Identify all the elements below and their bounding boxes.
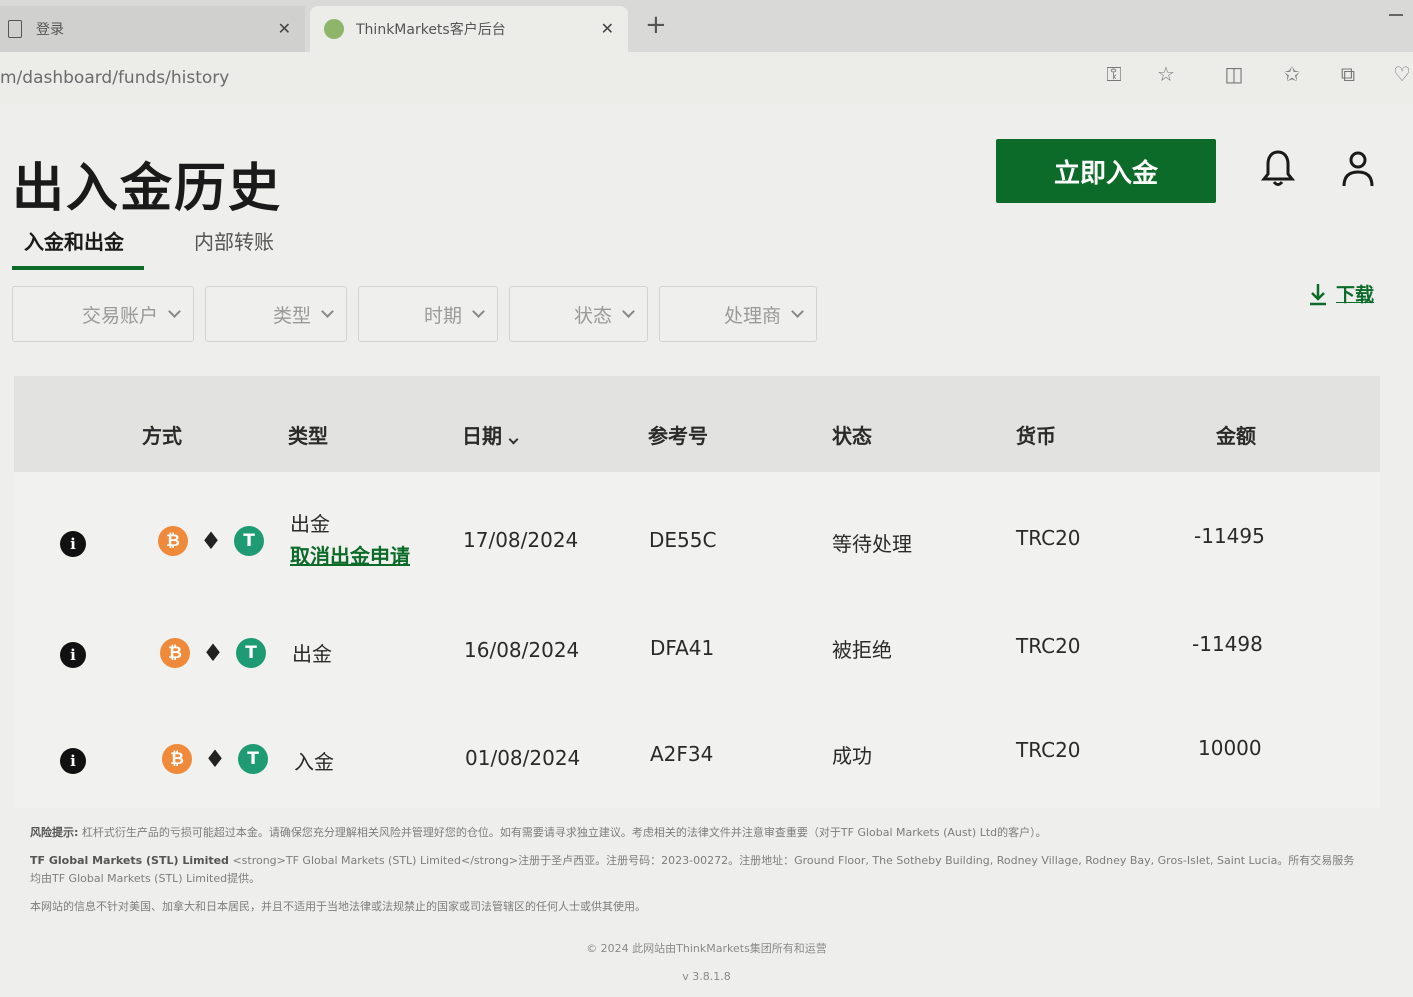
table-header: 方式 类型 日期 参考号 状态 货币 金额 [14,376,1380,472]
col-type: 类型 [288,424,328,448]
chevron-down-icon [472,305,485,318]
risk-text: 杠杆式衍生产品的亏损可能超过本金。请确保您充分理解相关风险并管理好您的仓位。如有… [81,826,1047,839]
table-row: i ₿ ♦ T 出金 16/08/2024 DFA41 被拒绝 TRC20 -1… [14,598,1380,708]
entity-info: TF Global Markets (STL) Limited <strong>… [30,852,1360,888]
chevron-down-icon [168,305,181,318]
bitcoin-icon: ₿ [162,744,192,774]
row-date: 16/08/2024 [464,638,580,662]
minimize-icon[interactable] [1389,14,1403,16]
star-icon[interactable]: ☆ [1154,62,1178,86]
close-icon[interactable]: ✕ [278,19,291,38]
filter-status[interactable]: 状态 [509,286,648,342]
table-row: i ₿ ♦ T 入金 01/08/2024 A2F34 成功 TRC20 100… [14,706,1380,816]
col-currency: 货币 [1016,424,1056,448]
tether-icon: T [236,638,266,668]
entity-text: <strong>TF Global Markets (STL) Limited<… [30,854,1355,885]
tab-title: ThinkMarkets客户后台 [356,22,506,38]
table-row: i ₿ ♦ T 出金 取消出金申请 17/08/2024 DE55C 等待处理 … [14,486,1380,596]
url-text[interactable]: m/dashboard/funds/history [0,68,229,88]
browser-tab-bar: 登录 ✕ ThinkMarkets客户后台 ✕ + [0,0,1413,52]
copyright: © 2024 此网站由ThinkMarkets集团所有和运营 [586,942,827,955]
info-icon[interactable]: i [60,531,86,557]
filter-period[interactable]: 时期 [358,286,498,342]
restriction-info: 本网站的信息不针对美国、加拿大和日本居民，并且不适用于当地法律或法规禁止的国家或… [30,900,646,913]
collections-icon[interactable]: ⧉ [1336,62,1360,86]
filter-type[interactable]: 类型 [205,286,347,342]
ethereum-icon: ♦ [202,639,224,667]
info-icon[interactable]: i [60,748,86,774]
row-currency: TRC20 [1016,526,1081,550]
row-status: 成功 [832,744,872,768]
row-status: 等待处理 [832,532,912,556]
browser-tab-login[interactable]: 登录 ✕ [0,6,305,52]
risk-warning: 风险提示: 杠杆式衍生产品的亏损可能超过本金。请确保您充分理解相关风险并管理好您… [30,824,1360,842]
row-reference: DFA41 [650,636,715,660]
heart-icon[interactable]: ♡ [1390,62,1413,86]
address-bar[interactable]: m/dashboard/funds/history [0,52,1413,104]
col-method: 方式 [142,424,182,448]
download-label: 下载 [1336,284,1375,306]
row-date: 17/08/2024 [463,528,579,552]
browser-tab-thinkmarkets[interactable]: ThinkMarkets客户后台 ✕ [310,6,628,52]
row-currency: TRC20 [1016,738,1081,762]
row-reference: A2F34 [650,742,714,766]
col-status: 状态 [832,424,872,448]
row-type: 入金 [294,750,334,774]
col-amount: 金额 [1216,424,1256,448]
bitcoin-icon: ₿ [158,526,188,556]
filter-label: 类型 [272,304,311,327]
col-reference: 参考号 [648,424,708,448]
row-type: 出金 [292,642,332,666]
split-icon[interactable]: ◫ [1222,62,1246,86]
filter-trading-account[interactable]: 交易账户 [12,286,194,342]
active-tab-underline [12,266,144,270]
row-reference: DE55C [649,528,717,552]
row-amount: -11495 [1194,524,1265,548]
row-status: 被拒绝 [832,638,892,662]
transactions-table: 方式 类型 日期 参考号 状态 货币 金额 i ₿ ♦ T 出金 取消出金申请 … [14,376,1380,808]
document-icon [8,20,22,38]
tether-icon: T [234,526,264,556]
plus-icon[interactable]: + [645,10,667,40]
download-link[interactable]: 下载 [1308,280,1374,307]
close-icon[interactable]: ✕ [601,19,614,38]
favorites-icon[interactable]: ✩ [1280,62,1304,86]
filter-label: 状态 [573,304,612,327]
row-type: 出金 [290,512,330,536]
tab-favicon [324,19,344,39]
row-date: 01/08/2024 [465,746,581,770]
chevron-down-icon [622,305,635,318]
key-icon[interactable]: ⚿ [1102,62,1126,86]
col-date[interactable]: 日期 [462,420,519,449]
chevron-down-icon [791,305,804,318]
filter-label: 处理商 [723,304,781,327]
tab-deposits-withdrawals[interactable]: 入金和出金 [24,226,124,255]
entity-label: TF Global Markets (STL) Limited [30,854,229,867]
footer-disclaimer: 风险提示: 杠杆式衍生产品的亏损可能超过本金。请确保您充分理解相关风险并管理好您… [30,824,1360,926]
row-amount: 10000 [1198,736,1262,760]
version: v 3.8.1.8 [682,970,731,983]
row-amount: -11498 [1192,632,1263,656]
row-currency: TRC20 [1016,634,1081,658]
cancel-withdrawal-link[interactable]: 取消出金申请 [290,540,410,569]
ethereum-icon: ♦ [200,527,222,555]
tab-title: 登录 [36,22,64,38]
col-date-label: 日期 [462,424,502,448]
chevron-down-icon [321,305,334,318]
download-icon [1310,283,1326,305]
risk-label: 风险提示: [30,826,79,839]
chevron-down-icon [508,434,519,445]
filter-label: 交易账户 [81,304,158,327]
filter-processor[interactable]: 处理商 [659,286,817,342]
bitcoin-icon: ₿ [160,638,190,668]
tether-icon: T [238,744,268,774]
ethereum-icon: ♦ [204,745,226,773]
tab-internal-transfer[interactable]: 内部转账 [194,226,274,255]
filter-label: 时期 [423,304,462,327]
info-icon[interactable]: i [60,642,86,668]
main-area: 入金和出金 内部转账 交易账户 类型 时期 状态 处理商 下载 方式 类型 日期… [0,104,1413,997]
